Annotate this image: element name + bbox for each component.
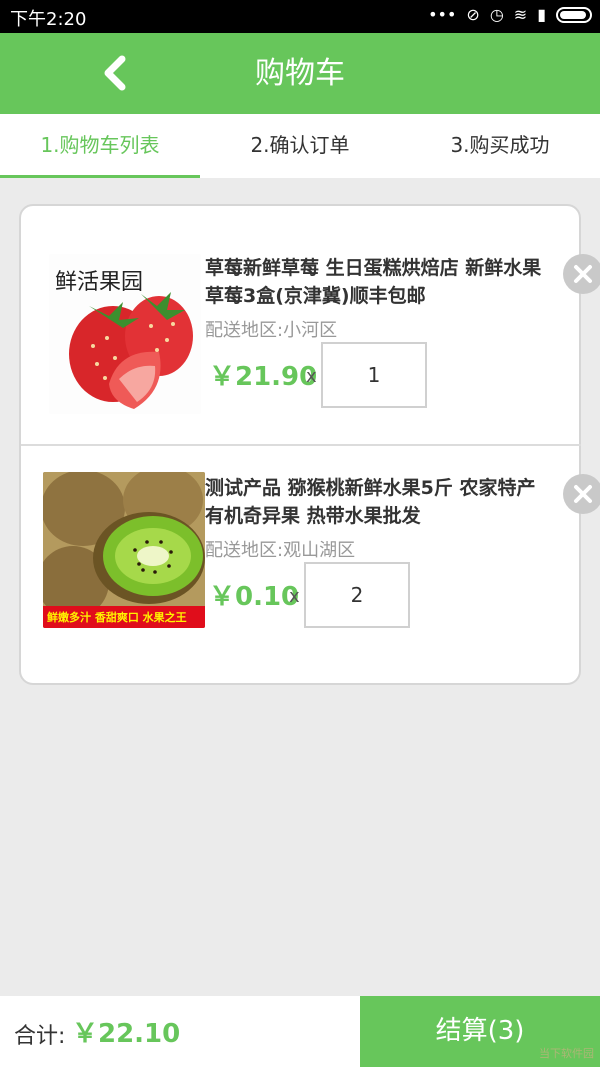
mute-icon: ⊘	[466, 5, 480, 24]
checkout-bar: 合计: ￥22.10 结算(3) 当下软件园	[0, 996, 600, 1067]
product-image[interactable]: 鲜嫩多汁 香甜爽口 水果之王	[43, 472, 205, 628]
tab-cart-list[interactable]: 1.购物车列表	[0, 114, 200, 178]
tab-purchase-success[interactable]: 3.购买成功	[400, 114, 600, 178]
close-icon	[574, 265, 592, 283]
app-header: 购物车	[0, 33, 600, 114]
alarm-icon: ◷	[489, 5, 504, 24]
product-image[interactable]: 鲜活果园	[49, 254, 201, 414]
image-caption: 鲜活果园	[55, 269, 144, 294]
quantity-field[interactable]: 1	[321, 342, 427, 408]
delivery-region: 配送地区:观山湖区	[205, 540, 356, 561]
watermark-logo: 当下软件园	[539, 1047, 594, 1060]
chevron-left-icon	[104, 55, 126, 91]
product-title[interactable]: 草莓新鲜草莓 生日蛋糕烘焙店 新鲜水果草莓3盒(京津冀)顺丰包邮	[205, 254, 550, 310]
quantity-multiplier: x	[306, 366, 317, 387]
wifi-icon: ≋	[513, 5, 528, 24]
product-title[interactable]: 测试产品 猕猴桃新鲜水果5斤 农家特产有机奇异果 热带水果批发	[205, 474, 550, 530]
image-caption: 鲜嫩多汁 香甜爽口 水果之王	[47, 611, 187, 624]
quantity-multiplier: x	[289, 586, 300, 607]
quantity-field[interactable]: 2	[304, 562, 410, 628]
cart-item: 鲜活果园 草莓新鲜草莓 生日蛋糕烘焙店 新鲜水果草莓3盒(京津冀)顺丰包邮 配送…	[21, 206, 600, 444]
status-bar: 下午2:20 ••• ⊘ ◷ ≋ ▮	[0, 0, 600, 33]
signal-icon: ▮	[537, 5, 546, 24]
status-icons: ••• ⊘ ◷ ≋ ▮	[428, 5, 592, 24]
product-price: ￥0.10	[209, 582, 300, 612]
remove-item-button[interactable]	[563, 254, 600, 294]
tab-confirm-order[interactable]: 2.确认订单	[200, 114, 400, 178]
remove-item-button[interactable]	[563, 474, 600, 514]
close-icon	[574, 485, 592, 503]
delivery-region: 配送地区:小河区	[205, 320, 338, 341]
status-time: 下午2:20	[10, 9, 87, 30]
checkout-steps: 1.购物车列表 2.确认订单 3.购买成功	[0, 114, 600, 178]
total-amount: ￥22.10	[72, 1019, 181, 1049]
total-label: 合计:	[14, 1024, 66, 1049]
battery-icon	[556, 6, 592, 23]
more-icon: •••	[428, 5, 457, 24]
back-button[interactable]	[88, 43, 148, 103]
product-price: ￥21.90	[209, 362, 318, 392]
cart-item: 鲜嫩多汁 香甜爽口 水果之王 测试产品 猕猴桃新鲜水果5斤 农家特产有机奇异果 …	[21, 444, 600, 682]
cart-list: 鲜活果园 草莓新鲜草莓 生日蛋糕烘焙店 新鲜水果草莓3盒(京津冀)顺丰包邮 配送…	[19, 204, 600, 685]
